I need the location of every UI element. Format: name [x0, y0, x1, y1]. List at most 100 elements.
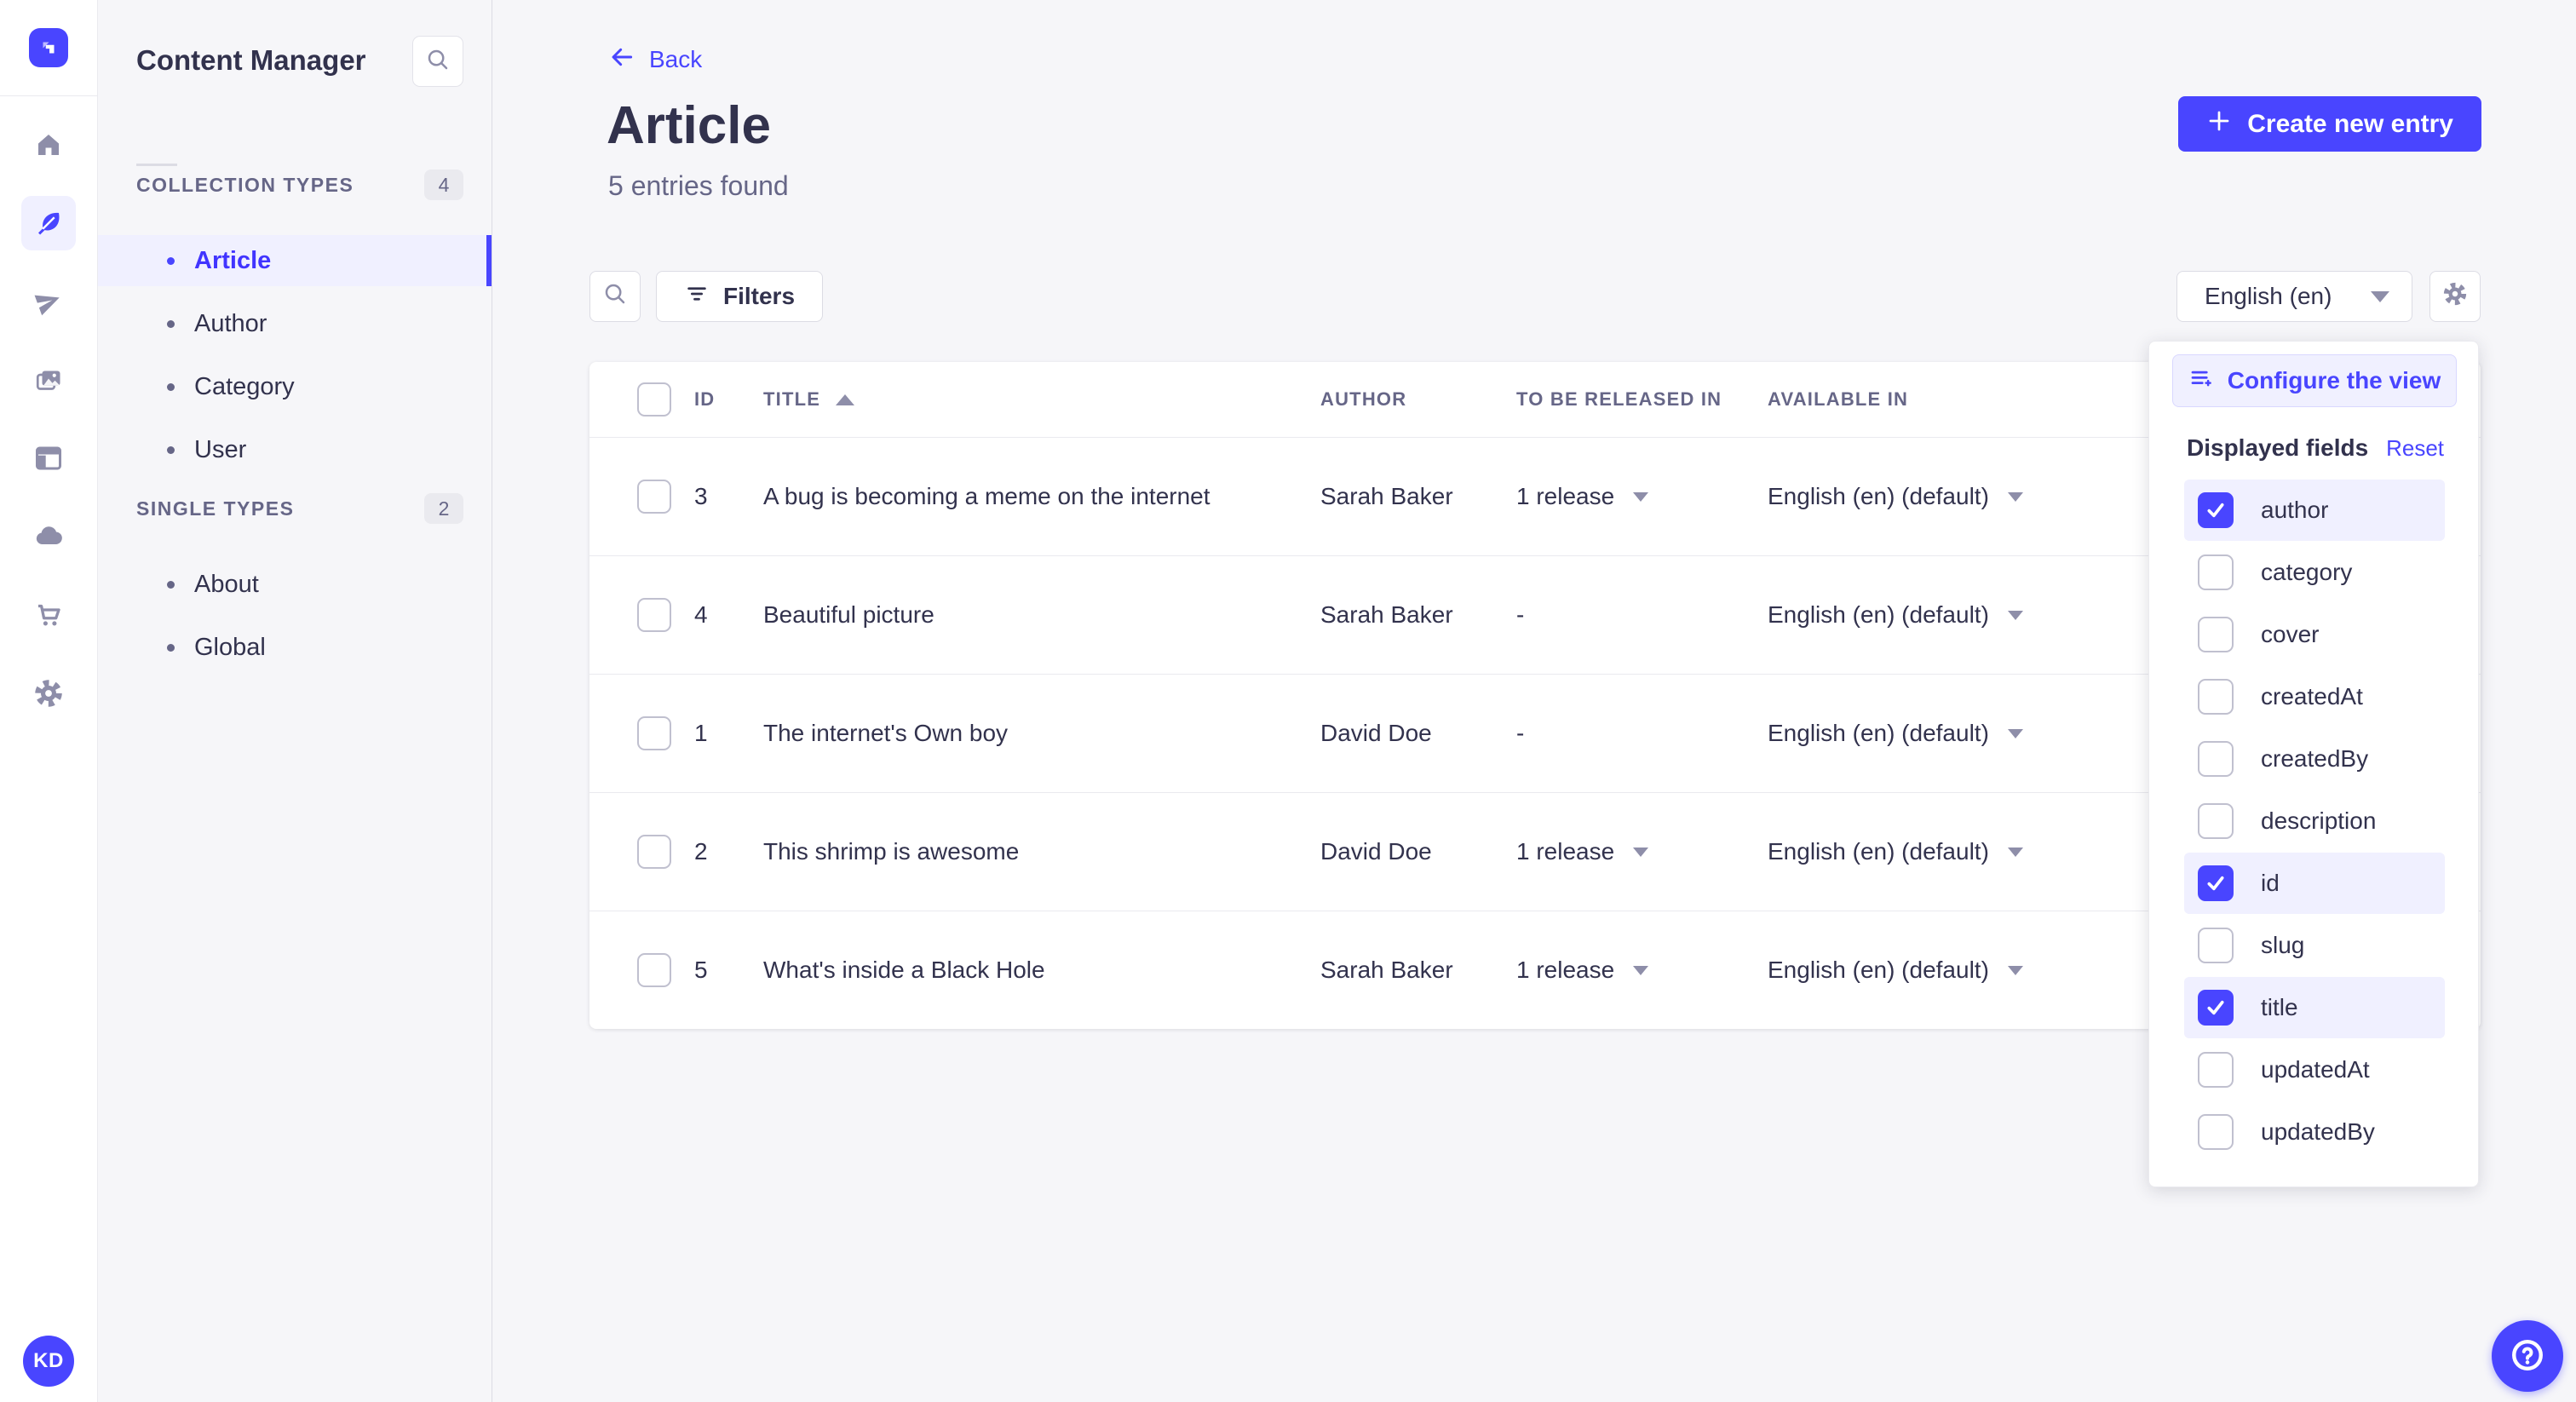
column-header-author[interactable]: AUTHOR [1320, 388, 1406, 411]
divider [136, 164, 177, 166]
field-toggle-updatedAt[interactable]: updatedAt [2184, 1039, 2445, 1100]
view-settings-gear-button[interactable] [2429, 271, 2481, 322]
sidebar-item-global[interactable]: Global [98, 622, 492, 673]
cell-available-in[interactable]: English (en) (default) [1768, 838, 2023, 865]
column-header-title[interactable]: TITLE [763, 388, 855, 411]
field-toggle-description[interactable]: description [2184, 790, 2445, 852]
sidebar-item-category[interactable]: Category [98, 361, 492, 412]
locale-selected-value: English (en) [2205, 283, 2332, 309]
field-checkbox[interactable] [2198, 679, 2234, 715]
strapi-logo-link[interactable] [0, 0, 97, 96]
bullet-icon [167, 643, 175, 652]
field-checkbox[interactable] [2198, 617, 2234, 652]
field-checkbox[interactable] [2198, 1114, 2234, 1150]
sidebar-item-label: Category [194, 372, 295, 400]
content-manager-feather-icon[interactable] [21, 196, 76, 250]
select-all-checkbox[interactable] [637, 382, 671, 417]
content-type-builder-layout-icon[interactable] [21, 431, 76, 486]
bullet-icon [167, 580, 175, 589]
chevron-down-icon [2007, 610, 2023, 620]
cell-available-in[interactable]: English (en) (default) [1768, 483, 2023, 510]
deploy-cloud-icon[interactable] [21, 509, 76, 564]
user-avatar[interactable]: KD [23, 1336, 74, 1387]
cell-to-be-released-in[interactable]: 1 release [1516, 483, 1649, 510]
arrow-left-icon [608, 43, 635, 77]
sidebar-item-user[interactable]: User [98, 424, 492, 475]
row-checkbox[interactable] [637, 953, 671, 987]
plus-icon [2206, 108, 2232, 141]
field-label: author [2261, 497, 2329, 523]
field-toggle-slug[interactable]: slug [2184, 915, 2445, 976]
cell-id: 5 [694, 957, 708, 983]
cell-title: Beautiful picture [763, 601, 934, 628]
cell-available-in[interactable]: English (en) (default) [1768, 957, 2023, 984]
field-checkbox[interactable] [2198, 741, 2234, 777]
sidebar-item-about[interactable]: About [98, 559, 492, 610]
field-label: id [2261, 870, 2280, 896]
sidebar-search-button[interactable] [412, 36, 463, 87]
cell-title: The internet's Own boy [763, 720, 1009, 746]
column-header-to-be-released-in[interactable]: TO BE RELEASED IN [1516, 388, 1722, 411]
search-icon [425, 47, 451, 77]
bullet-icon [167, 319, 175, 328]
locale-select[interactable]: English (en) [2176, 271, 2412, 322]
sidebar-item-article[interactable]: Article [98, 235, 492, 286]
reset-button[interactable]: Reset [2386, 435, 2444, 462]
chevron-down-icon [2007, 491, 2023, 502]
field-checkbox[interactable] [2198, 803, 2234, 839]
field-toggle-category[interactable]: category [2184, 542, 2445, 603]
media-library-images-icon[interactable] [21, 353, 76, 407]
configure-the-view-button[interactable]: Configure the view [2172, 354, 2457, 407]
cell-to-be-released-in[interactable]: 1 release [1516, 957, 1649, 984]
entries-count: 5 entries found [608, 170, 789, 201]
field-label: cover [2261, 621, 2320, 647]
table-search-button[interactable] [589, 271, 641, 322]
filters-label: Filters [723, 283, 796, 309]
help-button[interactable] [2492, 1320, 2563, 1392]
field-checkbox[interactable] [2198, 928, 2234, 963]
field-toggle-id[interactable]: id [2184, 853, 2445, 914]
cell-to-be-released-in[interactable]: - [1516, 720, 1524, 747]
field-toggle-cover[interactable]: cover [2184, 604, 2445, 665]
releases-paper-plane-icon[interactable] [21, 274, 76, 329]
configure-the-view-label: Configure the view [2227, 367, 2441, 394]
column-header-id[interactable]: ID [694, 388, 715, 411]
home-icon[interactable] [21, 118, 76, 172]
field-checkbox[interactable] [2198, 1052, 2234, 1088]
bullet-icon [167, 445, 175, 454]
cell-available-in[interactable]: English (en) (default) [1768, 601, 2023, 629]
cell-to-be-released-in[interactable]: - [1516, 601, 1524, 629]
field-toggle-title[interactable]: title [2184, 977, 2445, 1038]
sidebar-item-author[interactable]: Author [98, 298, 492, 349]
field-toggle-createdBy[interactable]: createdBy [2184, 728, 2445, 790]
field-toggle-updatedBy[interactable]: updatedBy [2184, 1101, 2445, 1163]
field-checkbox[interactable] [2198, 492, 2234, 528]
cell-available-in[interactable]: English (en) (default) [1768, 720, 2023, 747]
sidebar-item-label: Author [194, 309, 267, 337]
field-label: createdAt [2261, 683, 2363, 710]
row-checkbox[interactable] [637, 835, 671, 869]
page-title: Article [607, 96, 771, 155]
back-link[interactable]: Back [608, 41, 702, 78]
field-toggle-createdAt[interactable]: createdAt [2184, 666, 2445, 727]
row-checkbox[interactable] [637, 480, 671, 514]
field-label: category [2261, 559, 2353, 585]
field-checkbox[interactable] [2198, 554, 2234, 590]
row-checkbox[interactable] [637, 716, 671, 750]
marketplace-cart-icon[interactable] [21, 588, 76, 642]
row-checkbox[interactable] [637, 598, 671, 632]
cell-to-be-released-in[interactable]: 1 release [1516, 838, 1649, 865]
column-header-title-label: TITLE [763, 388, 821, 410]
field-checkbox[interactable] [2198, 990, 2234, 1026]
create-new-entry-button[interactable]: Create new entry [2178, 96, 2481, 152]
field-checkbox[interactable] [2198, 865, 2234, 901]
sidebar-section: SINGLE TYPES 2 About Global [98, 491, 492, 673]
sidebar-item-label: About [194, 570, 259, 598]
search-icon [602, 281, 628, 313]
column-header-available-in[interactable]: AVAILABLE IN [1768, 388, 1908, 411]
sidebar-title: Content Manager [136, 44, 366, 76]
sidebar-section-count-badge: 4 [424, 170, 463, 200]
field-toggle-author[interactable]: author [2184, 480, 2445, 541]
filters-button[interactable]: Filters [656, 271, 824, 322]
settings-gear-icon[interactable] [21, 666, 76, 721]
